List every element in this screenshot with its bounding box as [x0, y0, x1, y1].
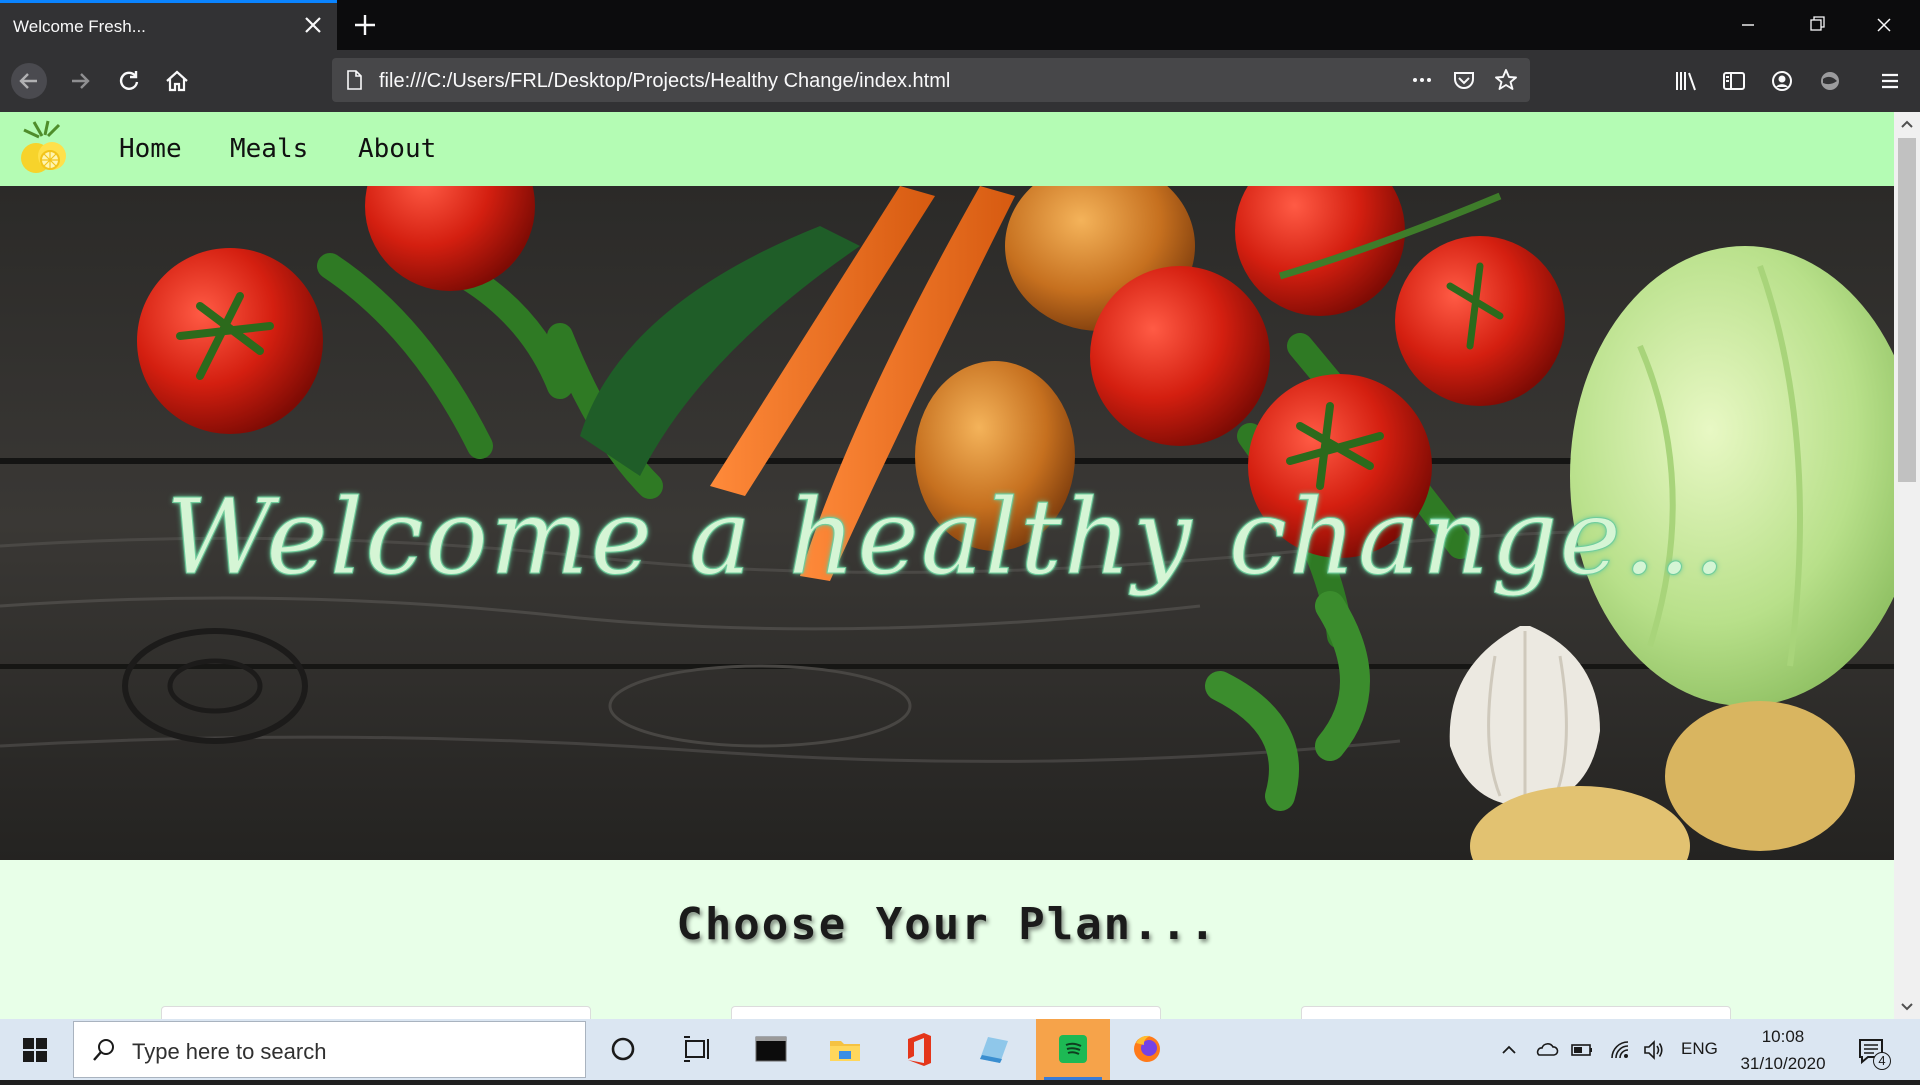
- hero-banner: Welcome a healthy change...: [0, 186, 1894, 860]
- clock-time[interactable]: 10:08: [1740, 1027, 1826, 1047]
- home-icon[interactable]: [159, 63, 195, 99]
- browser-tab[interactable]: Welcome Fresh...: [0, 0, 337, 50]
- spotify-icon: [1059, 1035, 1087, 1063]
- more-actions-icon[interactable]: [1408, 66, 1436, 94]
- file-explorer-icon[interactable]: [808, 1019, 882, 1080]
- chevron-up-icon[interactable]: [1496, 1037, 1522, 1063]
- language-indicator[interactable]: ENG: [1681, 1039, 1718, 1059]
- wifi-icon[interactable]: [1607, 1037, 1633, 1063]
- plan-heading: Choose Your Plan...: [676, 899, 1218, 950]
- cortana-icon[interactable]: [586, 1019, 660, 1080]
- forward-arrow-icon[interactable]: [62, 63, 98, 99]
- library-icon[interactable]: [1668, 63, 1704, 99]
- page-icon[interactable]: [342, 68, 366, 92]
- new-tab-icon[interactable]: [349, 9, 381, 41]
- taskbar-search-box[interactable]: Type here to search: [73, 1021, 586, 1078]
- nav-link-home[interactable]: Home: [119, 134, 182, 164]
- minimize-icon[interactable]: [1714, 0, 1782, 50]
- close-icon[interactable]: [301, 13, 325, 37]
- hero-title: Welcome a healthy change...: [165, 476, 1729, 599]
- back-arrow-icon[interactable]: [11, 63, 47, 99]
- page-viewport: Home Meals About Welcome a healthy chang…: [0, 112, 1894, 1019]
- nav-link-meals[interactable]: Meals: [230, 134, 308, 164]
- plan-card[interactable]: [161, 1006, 591, 1019]
- windows-taskbar: Type here to search ENG 10:08 31/10/2020…: [0, 1019, 1920, 1080]
- search-placeholder: Type here to search: [132, 1039, 327, 1064]
- lemon-logo-icon[interactable]: [14, 118, 74, 180]
- terminal-app-icon[interactable]: [734, 1019, 808, 1080]
- window-close-icon[interactable]: [1850, 0, 1918, 50]
- reload-icon[interactable]: [111, 63, 147, 99]
- windows-start-icon[interactable]: [0, 1019, 70, 1080]
- address-bar[interactable]: file:///C:/Users/FRL/Desktop/Projects/He…: [332, 58, 1530, 102]
- page-scrollbar[interactable]: [1894, 112, 1920, 1019]
- firefox-app-icon[interactable]: [1110, 1019, 1184, 1080]
- bookmark-star-icon[interactable]: [1492, 66, 1520, 94]
- plan-card[interactable]: [731, 1006, 1161, 1019]
- browser-toolbar: file:///C:/Users/FRL/Desktop/Projects/He…: [0, 50, 1920, 112]
- hamburger-menu-icon[interactable]: [1872, 63, 1908, 99]
- plan-card[interactable]: [1301, 1006, 1731, 1019]
- clock-date[interactable]: 31/10/2020: [1734, 1054, 1832, 1074]
- scroll-up-icon[interactable]: [1894, 112, 1920, 138]
- battery-icon[interactable]: [1569, 1037, 1595, 1063]
- tab-strip: Welcome Fresh...: [0, 0, 1920, 50]
- nav-link-about[interactable]: About: [358, 134, 436, 164]
- task-view-icon[interactable]: [660, 1019, 734, 1080]
- pocket-icon[interactable]: [1450, 66, 1478, 94]
- scroll-down-icon[interactable]: [1894, 993, 1920, 1019]
- account-icon[interactable]: [1764, 63, 1800, 99]
- url-text[interactable]: file:///C:/Users/FRL/Desktop/Projects/He…: [379, 70, 950, 93]
- notepad-app-icon[interactable]: [956, 1019, 1030, 1080]
- site-navbar: Home Meals About: [0, 112, 1894, 186]
- spotify-app[interactable]: [1036, 1019, 1110, 1080]
- onedrive-cloud-icon[interactable]: [1533, 1037, 1559, 1063]
- scrollbar-thumb[interactable]: [1898, 138, 1916, 482]
- volume-icon[interactable]: [1641, 1037, 1667, 1063]
- office-app-icon[interactable]: [882, 1019, 956, 1080]
- notification-count-badge: 4: [1873, 1052, 1891, 1070]
- sidebar-icon[interactable]: [1716, 63, 1752, 99]
- search-icon: [93, 1039, 114, 1061]
- extension-icon[interactable]: [1812, 63, 1848, 99]
- restore-icon[interactable]: [1782, 0, 1850, 50]
- tab-title: Welcome Fresh...: [13, 17, 146, 36]
